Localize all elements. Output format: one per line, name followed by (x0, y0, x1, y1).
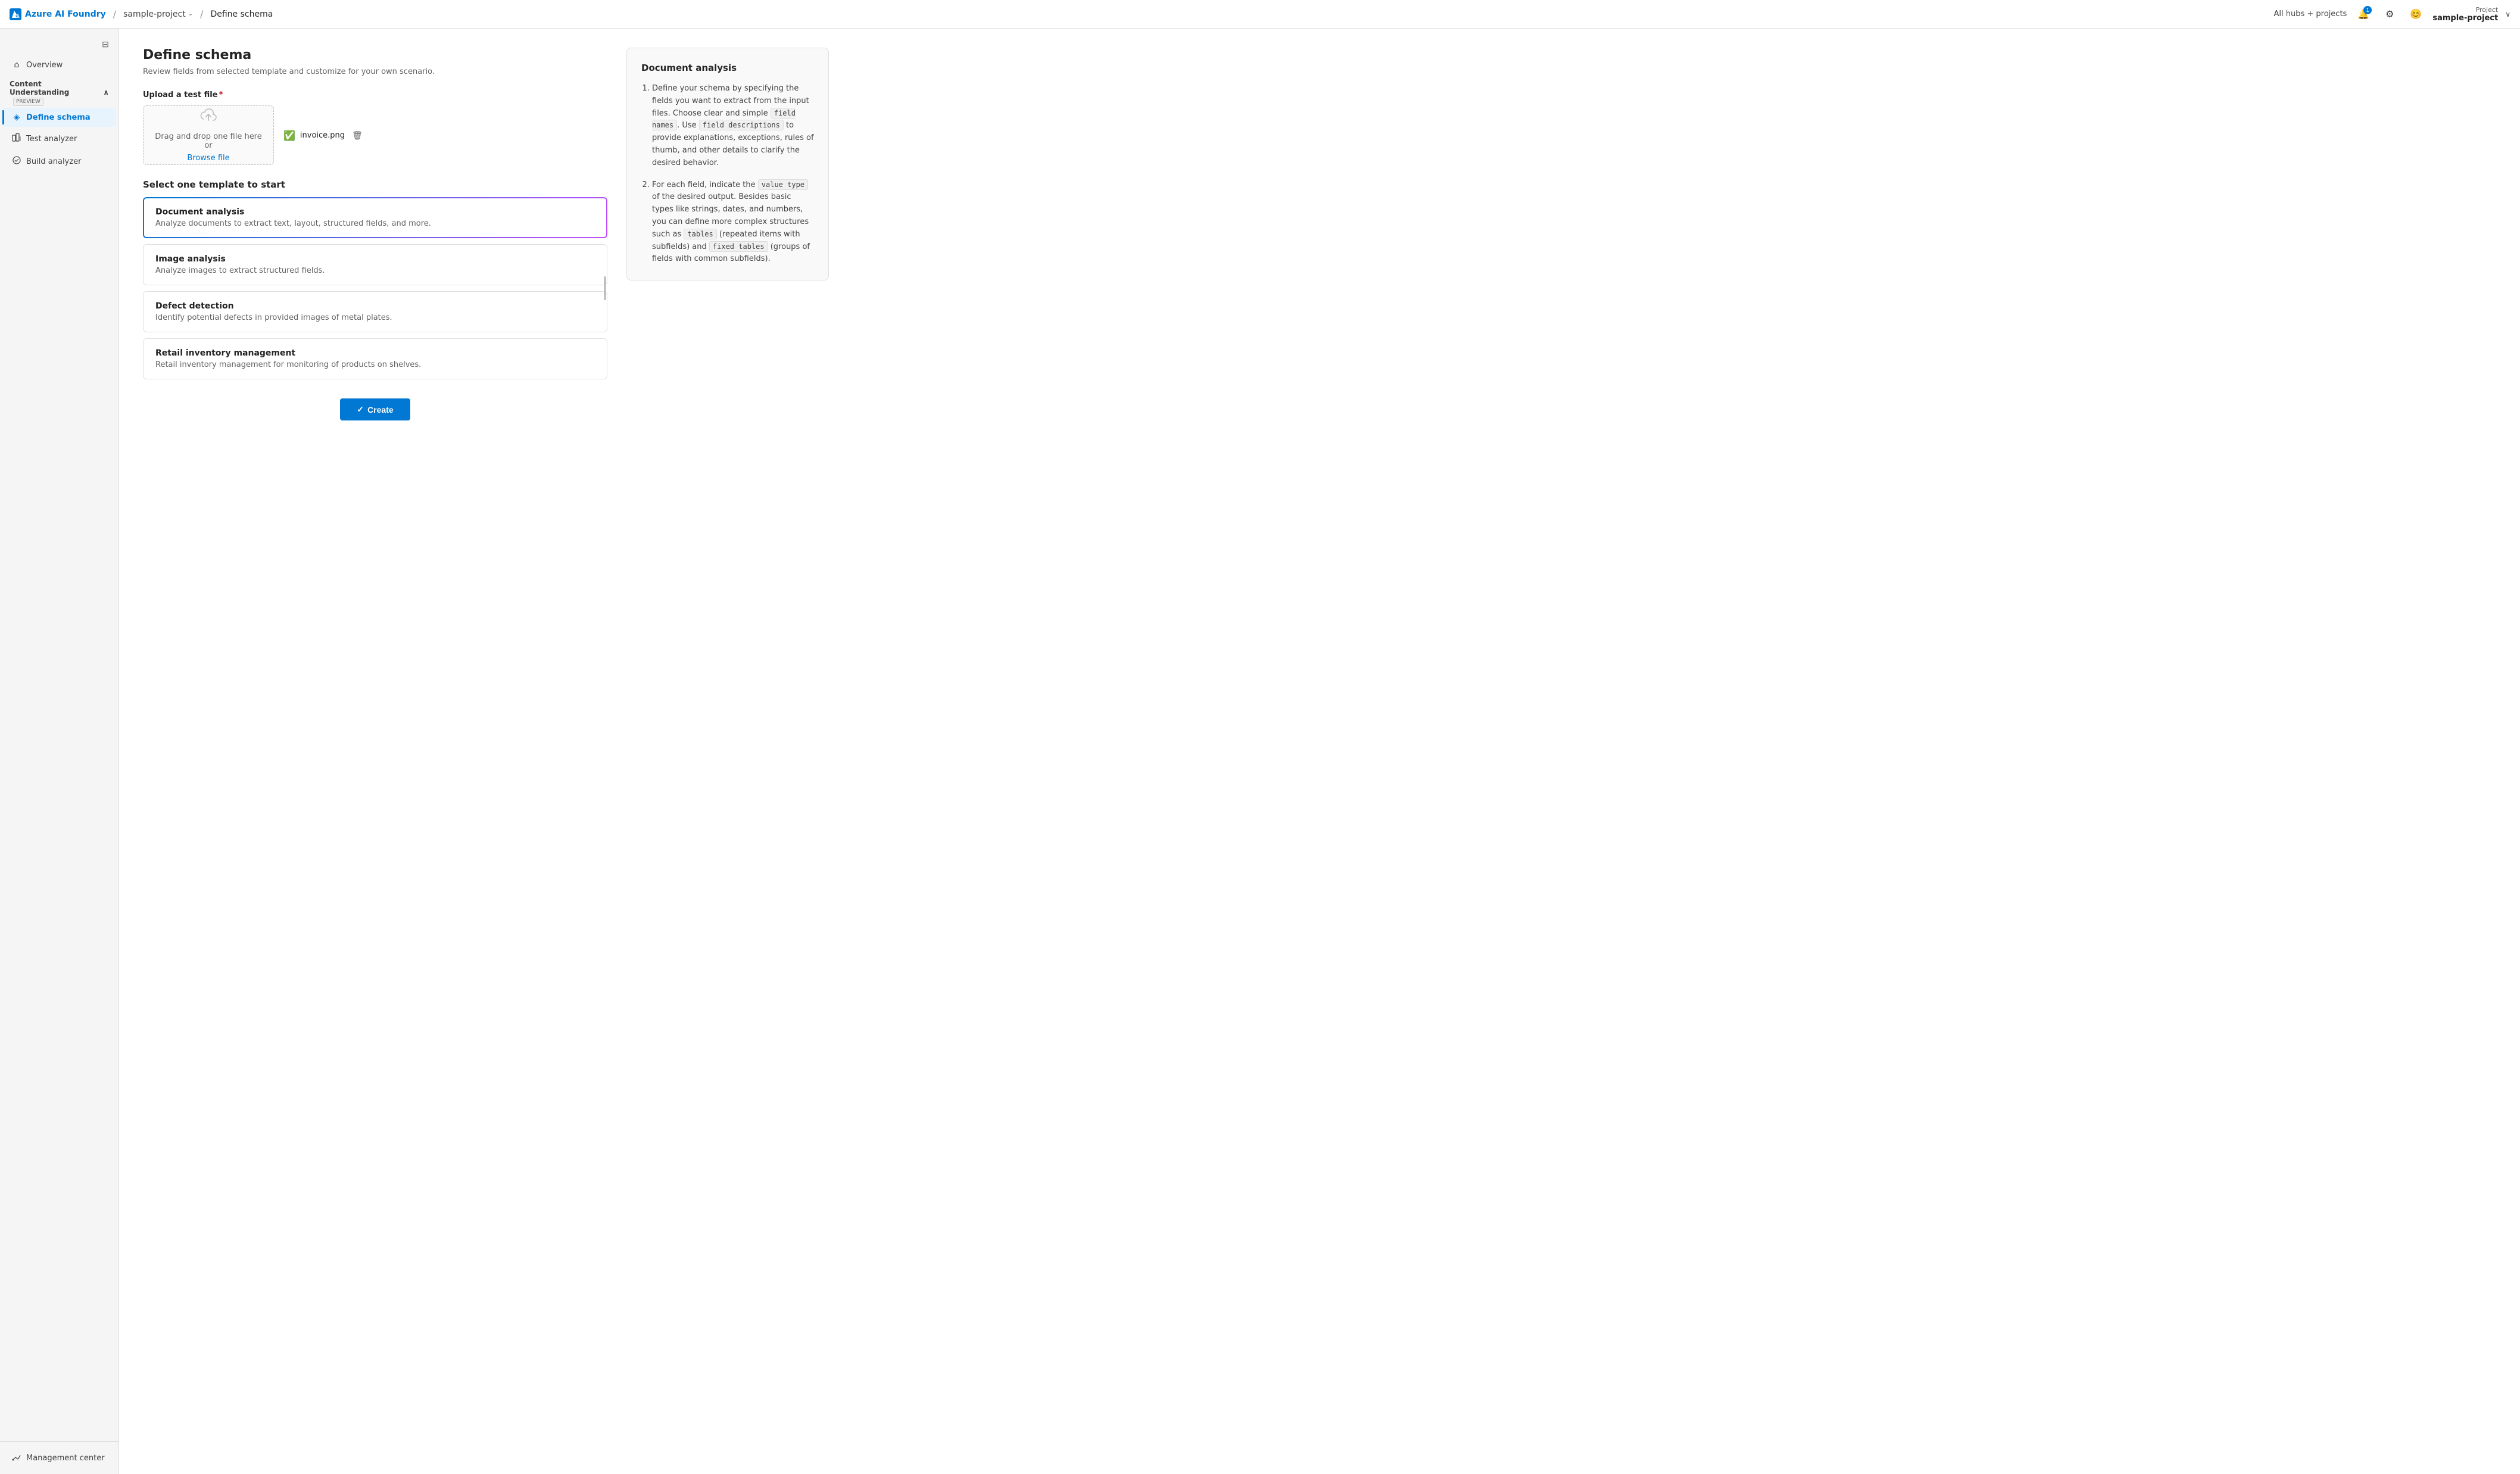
test-analyzer-icon (12, 133, 21, 145)
delete-file-button[interactable]: 🗑 (350, 129, 365, 142)
template-title-image-analysis: Image analysis (155, 254, 595, 264)
sidebar-test-analyzer-label: Test analyzer (26, 135, 77, 144)
template-title-document-analysis: Document analysis (155, 207, 595, 217)
upload-row: Drag and drop one file here or Browse fi… (143, 105, 607, 165)
right-panel: Document analysis Define your schema by … (626, 48, 829, 281)
right-panel-title: Document analysis (641, 63, 814, 73)
sidebar-define-schema-label: Define schema (26, 113, 91, 122)
preview-badge: PREVIEW (13, 98, 43, 106)
right-panel-item2-text1: For each field, indicate the (652, 180, 758, 189)
project-name-nav: sample-project (123, 10, 186, 19)
management-center-label: Management center (26, 1454, 105, 1463)
upload-cloud-icon (200, 108, 217, 129)
template-desc-retail-inventory: Retail inventory management for monitori… (155, 360, 595, 369)
sidebar-build-analyzer-label: Build analyzer (26, 157, 81, 166)
sidebar-item-define-schema[interactable]: ◈ Define schema (2, 108, 116, 127)
all-hubs-link[interactable]: All hubs + projects (2274, 10, 2347, 18)
sidebar-collapse-button[interactable]: ⊟ (97, 36, 114, 52)
browse-file-link[interactable]: Browse file (187, 154, 229, 163)
project-name-header: sample-project (2432, 14, 2498, 23)
template-card-document-analysis[interactable]: Document analysis Analyze documents to e… (143, 197, 607, 238)
sidebar-section-content-understanding: Content Understanding PREVIEW ∧ (0, 75, 118, 107)
uploaded-file-item: ✅ invoice.png 🗑 (283, 129, 365, 142)
create-button[interactable]: ✓ Create (340, 398, 410, 420)
profile-button[interactable]: 😊 (2406, 5, 2425, 24)
breadcrumb-sep-1: / (113, 8, 116, 20)
field-descriptions-code: field descriptions (699, 120, 784, 130)
content-main: Define schema Review fields from selecte… (143, 48, 607, 1455)
project-label: Project (2476, 6, 2499, 14)
sidebar-item-test-analyzer[interactable]: Test analyzer (2, 128, 116, 149)
main-layout: ⊟ ⌂ Overview Content Understanding PREVI… (0, 29, 2520, 1474)
user-icon: 😊 (2410, 8, 2422, 20)
right-panel-item1-text2: . Use (677, 121, 699, 130)
template-card-retail-inventory[interactable]: Retail inventory management Retail inven… (143, 338, 607, 379)
project-chevron: ⌄ (188, 11, 193, 17)
sidebar-item-management-center[interactable]: Management center (2, 1447, 116, 1469)
right-panel-list: Define your schema by specifying the fie… (641, 83, 814, 266)
uploaded-filename: invoice.png (300, 131, 345, 140)
sidebar-item-build-analyzer[interactable]: Build analyzer (2, 151, 116, 172)
home-icon: ⌂ (12, 60, 21, 70)
checkmark-icon: ✓ (357, 404, 364, 415)
project-info: Project sample-project (2432, 6, 2498, 23)
page-subtitle: Review fields from selected template and… (143, 67, 607, 76)
right-panel-item-1: Define your schema by specifying the fie… (652, 83, 814, 170)
upload-dropzone[interactable]: Drag and drop one file here or Browse fi… (143, 105, 274, 165)
azure-logo-icon (10, 8, 21, 20)
create-btn-label: Create (367, 405, 394, 415)
value-type-code: value type (758, 179, 808, 190)
main-content: Define schema Review fields from selecte… (119, 29, 2520, 1474)
sidebar-section-label: Content Understanding (10, 80, 69, 96)
template-title-defect-detection: Defect detection (155, 301, 595, 311)
notifications-button[interactable]: 🔔 1 (2354, 5, 2373, 24)
collapse-icon: ⊟ (102, 39, 109, 49)
page-breadcrumb: Define schema (210, 10, 273, 19)
sidebar-item-overview[interactable]: ⌂ Overview (2, 55, 116, 74)
brand-name: Azure AI Foundry (25, 10, 106, 19)
fixed-tables-code: fixed tables (709, 241, 768, 252)
project-breadcrumb[interactable]: sample-project ⌄ (123, 10, 193, 19)
brand-logo[interactable]: Azure AI Foundry (10, 8, 106, 20)
tables-code: tables (684, 229, 716, 239)
upload-label: Upload a test file* (143, 91, 607, 99)
sidebar-bottom: Management center (0, 1441, 118, 1469)
sidebar-overview-label: Overview (26, 61, 63, 70)
gear-icon: ⚙ (2385, 8, 2394, 20)
topnav-right: All hubs + projects 🔔 1 ⚙ 😊 Project samp… (2274, 5, 2510, 24)
notification-badge: 1 (2363, 6, 2372, 14)
create-button-row: ✓ Create (143, 398, 607, 420)
project-expand-chevron[interactable]: ∨ (2505, 10, 2510, 18)
right-panel-item-2: For each field, indicate the value type … (652, 179, 814, 266)
page-title: Define schema (143, 48, 607, 63)
template-card-image-analysis[interactable]: Image analysis Analyze images to extract… (143, 244, 607, 285)
check-circle-icon: ✅ (283, 130, 295, 141)
sidebar: ⊟ ⌂ Overview Content Understanding PREVI… (0, 29, 119, 1474)
scrollbar-indicator (604, 276, 606, 300)
upload-placeholder-text: Drag and drop one file here or (151, 132, 266, 150)
build-analyzer-icon (12, 155, 21, 167)
settings-button[interactable]: ⚙ (2380, 5, 2399, 24)
template-card-defect-detection[interactable]: Defect detection Identify potential defe… (143, 291, 607, 332)
breadcrumb-sep-2: / (200, 8, 203, 20)
template-desc-image-analysis: Analyze images to extract structured fie… (155, 266, 595, 275)
template-list: Document analysis Analyze documents to e… (143, 197, 607, 379)
template-desc-defect-detection: Identify potential defects in provided i… (155, 313, 595, 322)
required-star: * (219, 91, 223, 99)
section-chevron[interactable]: ∧ (103, 88, 109, 96)
template-desc-document-analysis: Analyze documents to extract text, layou… (155, 219, 595, 228)
select-template-label: Select one template to start (143, 179, 607, 190)
trash-icon: 🗑 (352, 130, 363, 140)
management-center-icon (12, 1452, 21, 1464)
topnav: Azure AI Foundry / sample-project ⌄ / De… (0, 0, 2520, 29)
define-schema-icon: ◈ (12, 113, 21, 122)
template-title-retail-inventory: Retail inventory management (155, 348, 595, 358)
